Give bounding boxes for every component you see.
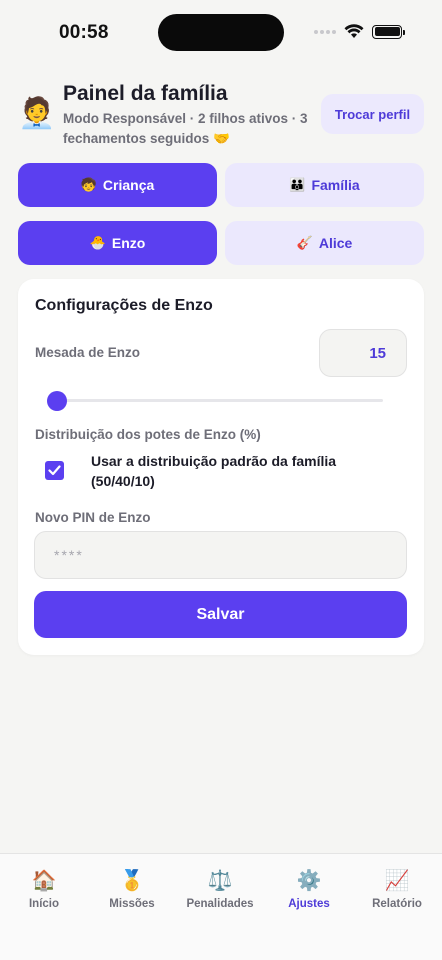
cellular-signal-icon xyxy=(314,29,336,34)
slider-thumb[interactable] xyxy=(47,391,67,411)
settings-title: Configurações de Enzo xyxy=(35,297,213,314)
wifi-icon xyxy=(344,24,364,38)
tab-label: Ajustes xyxy=(288,898,330,910)
distribution-label: Distribuição dos potes de Enzo (%) xyxy=(35,427,261,442)
status-icons xyxy=(314,24,405,39)
allowance-label: Mesada de Enzo xyxy=(35,345,141,360)
profile-avatar: 🧑‍💼 xyxy=(18,97,56,130)
tab-label: Criança xyxy=(102,177,155,193)
gear-icon: ⚙️ xyxy=(296,870,322,892)
tab-label: Missões xyxy=(109,898,155,910)
switch-profile-button[interactable]: Trocar perfil xyxy=(321,94,424,134)
mode-switcher: 🧒 Criança 👪 Família xyxy=(18,163,424,207)
tab-child-alice[interactable]: 🎸 Alice xyxy=(225,221,424,265)
child-switcher: 🐣 Enzo 🎸 Alice xyxy=(18,221,424,265)
tab-label: Relatório xyxy=(372,898,422,910)
guitar-emoji-icon: 🎸 xyxy=(296,235,313,250)
allowance-input[interactable]: 15 xyxy=(319,329,407,377)
settings-card: Configurações de Enzo Mesada de Enzo 15 … xyxy=(18,279,424,655)
default-distribution-checkbox[interactable] xyxy=(45,461,64,480)
house-icon: 🏠 xyxy=(31,870,57,892)
slider-track xyxy=(57,399,383,402)
tab-relatorio[interactable]: 📈 Relatório xyxy=(353,868,441,910)
family-emoji-icon: 👪 xyxy=(289,177,306,192)
allowance-slider[interactable] xyxy=(47,391,383,411)
tab-missoes[interactable]: 🥇 Missões xyxy=(88,868,176,910)
pin-label: Novo PIN de Enzo xyxy=(35,510,151,525)
tab-familia[interactable]: 👪 Família xyxy=(225,163,424,207)
tab-child-enzo[interactable]: 🐣 Enzo xyxy=(18,221,217,265)
checkmark-icon xyxy=(48,465,61,476)
chick-emoji-icon: 🐣 xyxy=(89,235,106,250)
tab-label: Alice xyxy=(318,235,353,251)
bottom-tab-bar: 🏠 Início 🥇 Missões ⚖️ Penalidades ⚙️ Aju… xyxy=(0,853,442,960)
battery-icon xyxy=(372,24,405,39)
medal-icon: 🥇 xyxy=(119,870,145,892)
tab-ajustes[interactable]: ⚙️ Ajustes xyxy=(265,868,353,910)
status-bar: 00:58 xyxy=(0,0,442,62)
pin-input[interactable] xyxy=(34,531,407,579)
tab-penalidades[interactable]: ⚖️ Penalidades xyxy=(176,868,264,910)
tab-label: Enzo xyxy=(111,235,146,251)
child-emoji-icon: 🧒 xyxy=(80,177,97,192)
tab-label: Família xyxy=(311,177,360,193)
page-title: Painel da família xyxy=(63,82,228,105)
tab-inicio[interactable]: 🏠 Início xyxy=(0,868,88,910)
save-button[interactable]: Salvar xyxy=(34,591,407,638)
chart-icon: 📈 xyxy=(384,870,410,892)
default-distribution-label: Usar a distribuição padrão da família (5… xyxy=(91,453,337,489)
dynamic-island xyxy=(158,14,284,51)
tab-label: Início xyxy=(28,898,60,910)
tab-crianca[interactable]: 🧒 Criança xyxy=(18,163,217,207)
scales-icon: ⚖️ xyxy=(207,870,233,892)
status-time: 00:58 xyxy=(59,22,109,43)
page-subtitle: Modo Responsável · 2 filhos ativos · 3 f… xyxy=(63,111,308,146)
tab-label: Penalidades xyxy=(186,898,254,910)
page-header: 🧑‍💼 Painel da família Modo Responsável ·… xyxy=(18,82,424,148)
